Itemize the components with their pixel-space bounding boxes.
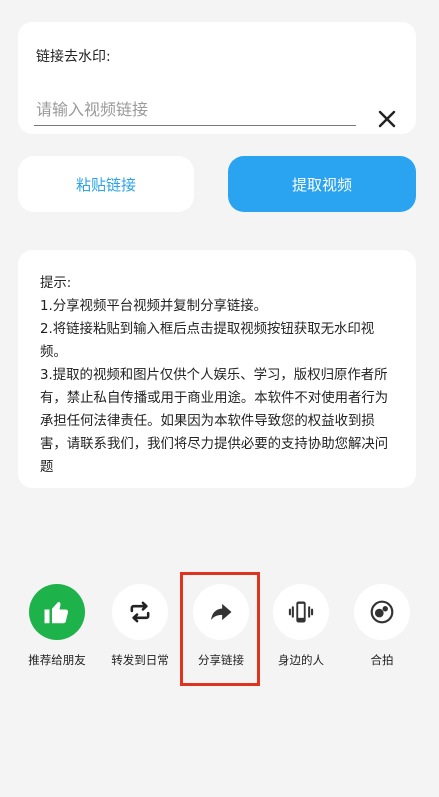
thumbs-up-icon xyxy=(44,602,69,624)
repost-icon xyxy=(130,601,150,623)
nearby-circle xyxy=(273,584,329,640)
forward-label: 转发到日常 xyxy=(111,653,169,667)
nearby-people-button[interactable]: 身边的人 xyxy=(258,584,344,668)
tips-line-3: 3.提取的视频和图片仅供个人娱乐、学习，版权归原作者所有，禁止私自传播或用于商业… xyxy=(40,368,389,475)
tips-title: 提示: xyxy=(40,276,72,291)
share-arrow-icon xyxy=(211,603,232,621)
recommend-label: 推荐给朋友 xyxy=(28,653,86,667)
phone-vibrate-icon xyxy=(288,601,314,623)
paste-link-label: 粘贴链接 xyxy=(75,175,136,194)
link-label: 链接去水印: xyxy=(36,49,111,65)
share-link-button[interactable]: 分享链接 xyxy=(178,584,264,668)
recommend-circle xyxy=(29,584,85,640)
link-input-card: 链接去水印: xyxy=(18,22,416,134)
recommend-to-friends-button[interactable]: 推荐给朋友 xyxy=(14,584,100,668)
extract-video-label: 提取视频 xyxy=(291,175,352,194)
link-input-wrapper xyxy=(34,100,358,126)
tips-line-2: 2.将链接粘贴到输入框后点击提取视频按钮获取无水印视频。 xyxy=(40,322,375,360)
duet-button[interactable]: 合拍 xyxy=(339,584,425,668)
tips-line-1: 1.分享视频平台视频并复制分享链接。 xyxy=(40,299,268,314)
nearby-label: 身边的人 xyxy=(278,653,324,667)
close-icon[interactable] xyxy=(376,108,398,130)
share-circle xyxy=(193,584,249,640)
link-input[interactable] xyxy=(34,100,358,125)
duet-icon xyxy=(370,600,394,624)
extract-video-button[interactable]: 提取视频 xyxy=(228,156,416,212)
duet-label: 合拍 xyxy=(370,653,394,667)
share-label: 分享链接 xyxy=(198,653,244,667)
tips-text: 提示: 1.分享视频平台视频并复制分享链接。 2.将链接粘贴到输入框后点击提取视… xyxy=(40,272,396,479)
forward-to-daily-button[interactable]: 转发到日常 xyxy=(97,584,183,668)
duet-circle xyxy=(354,584,410,640)
forward-circle xyxy=(112,584,168,640)
tips-card: 提示: 1.分享视频平台视频并复制分享链接。 2.将链接粘贴到输入框后点击提取视… xyxy=(18,250,416,488)
paste-link-button[interactable]: 粘贴链接 xyxy=(18,156,194,212)
